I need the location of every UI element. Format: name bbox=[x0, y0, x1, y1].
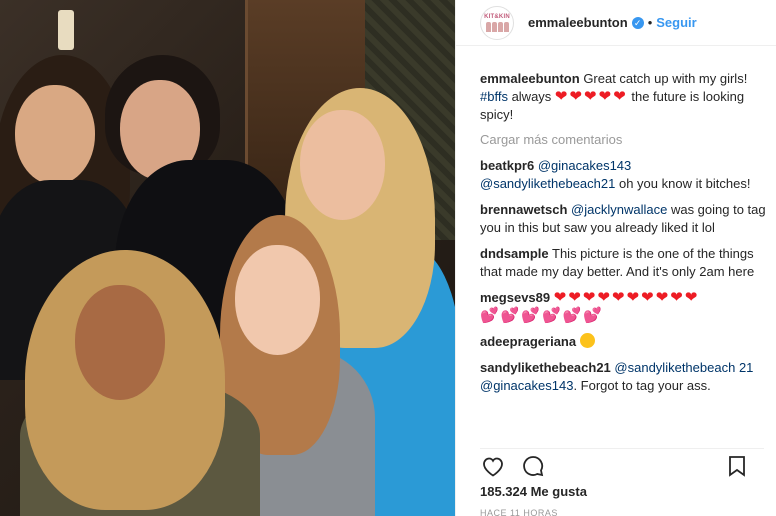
post-username[interactable]: emmaleebunton bbox=[528, 15, 628, 30]
like-button[interactable] bbox=[480, 453, 506, 479]
comment-item: dndsample This picture is the one of the… bbox=[480, 245, 766, 281]
post-header: KIT&KIN emmaleebunton ✓ • Seguir bbox=[456, 0, 776, 46]
follow-button[interactable]: Seguir bbox=[656, 15, 696, 30]
post-details-panel: KIT&KIN emmaleebunton ✓ • Seguir emmalee… bbox=[455, 0, 776, 516]
hearts-emoji: ❤❤❤❤❤ bbox=[554, 88, 628, 105]
comment-item: brennawetsch @jacklynwallace was going t… bbox=[480, 201, 766, 237]
mention-link[interactable]: @ginacakes143 bbox=[538, 158, 631, 173]
avatar-figures bbox=[485, 21, 509, 32]
mention-link[interactable]: @jacklynwallace bbox=[571, 202, 667, 217]
comment-text: . Forgot to tag your ass. bbox=[573, 378, 711, 393]
comment-button[interactable] bbox=[520, 453, 546, 479]
caption-text: always bbox=[507, 89, 555, 104]
hearts-emoji: ❤❤❤❤❤❤❤❤❤❤ bbox=[553, 289, 700, 306]
avatar[interactable]: KIT&KIN bbox=[480, 5, 514, 40]
comment-item: megsevs89 ❤❤❤❤❤❤❤❤❤❤ 💕💕💕💕💕💕 bbox=[480, 289, 766, 325]
bookmark-icon bbox=[729, 455, 745, 477]
comment-bubble-icon bbox=[523, 455, 544, 476]
comment-item: beatkpr6 @ginacakes143 @sandylikethebeac… bbox=[480, 157, 766, 193]
separator-dot: • bbox=[647, 15, 653, 30]
person-face bbox=[75, 285, 165, 400]
comment-username[interactable]: megsevs89 bbox=[480, 290, 550, 305]
mention-link[interactable]: @sandylikethebeach21 bbox=[480, 176, 615, 191]
avatar-brand: KIT&KIN bbox=[484, 13, 510, 20]
verified-icon: ✓ bbox=[631, 16, 644, 29]
load-more-comments[interactable]: Cargar más comentarios bbox=[480, 132, 766, 147]
comment-username[interactable]: dndsample bbox=[480, 246, 549, 261]
post-timestamp: HACE 11 HORAS bbox=[480, 508, 558, 516]
comments-list[interactable]: emmaleebunton Great catch up with my gir… bbox=[480, 70, 766, 440]
heart-eyes-icon bbox=[579, 333, 595, 348]
heart-outline-icon bbox=[483, 457, 503, 477]
comment-text: oh you know it bitches! bbox=[615, 176, 751, 191]
hashtag-link[interactable]: #bffs bbox=[480, 89, 508, 104]
comment-username[interactable]: sandylikethebeach21 bbox=[480, 360, 611, 375]
caption: emmaleebunton Great catch up with my gir… bbox=[480, 70, 766, 124]
comment-item: adeeprageriana bbox=[480, 333, 766, 351]
comment-item: sandylikethebeach21 @sandylikethebeach 2… bbox=[480, 359, 766, 395]
comment-username[interactable]: beatkpr6 bbox=[480, 158, 534, 173]
post-actions bbox=[480, 448, 764, 478]
post-photo[interactable] bbox=[0, 0, 455, 516]
two-hearts-emoji: 💕💕💕💕💕💕 bbox=[480, 307, 605, 324]
caption-text: Great catch up with my girls! bbox=[583, 71, 748, 86]
person-face bbox=[300, 110, 385, 220]
caption-username[interactable]: emmaleebunton bbox=[480, 71, 580, 86]
comment-username[interactable]: adeeprageriana bbox=[480, 334, 576, 349]
save-button[interactable] bbox=[724, 453, 750, 479]
mention-link[interactable]: @sandylikethebeach bbox=[614, 360, 735, 375]
likes-count[interactable]: 185.324 Me gusta bbox=[480, 484, 587, 499]
person-face bbox=[235, 245, 320, 355]
comment-username[interactable]: brennawetsch bbox=[480, 202, 567, 217]
person-face bbox=[15, 85, 95, 185]
candle bbox=[58, 10, 74, 50]
